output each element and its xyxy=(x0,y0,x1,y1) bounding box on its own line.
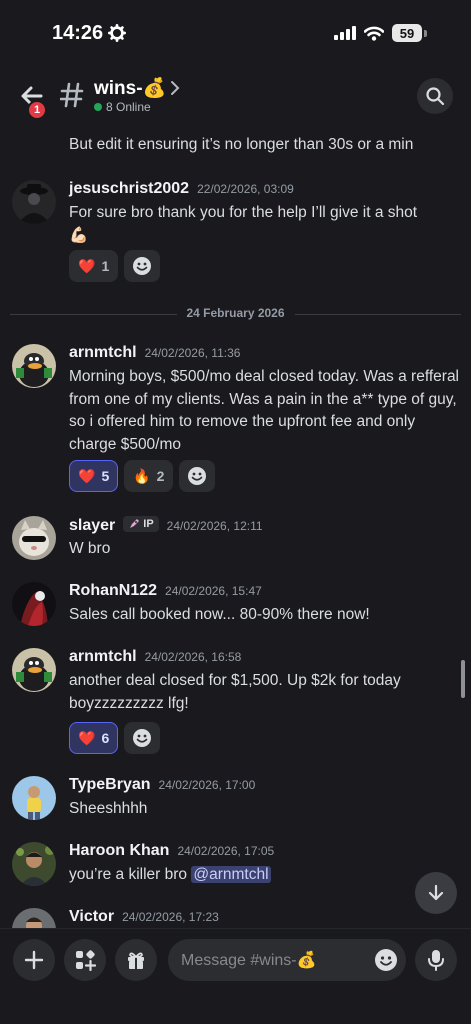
message-text: Morning boys, $500/mo deal closed today.… xyxy=(69,368,460,453)
reaction-heart[interactable]: ❤️ 5 xyxy=(69,460,119,492)
message-header: Victor 24/02/2026, 17:23 xyxy=(69,908,219,926)
avatar[interactable] xyxy=(12,344,56,388)
apps-button[interactable] xyxy=(64,939,106,981)
voice-message-button[interactable] xyxy=(415,939,457,981)
message-timestamp: 24/02/2026, 16:58 xyxy=(144,650,242,664)
signal-icon xyxy=(334,26,356,40)
add-reaction-button[interactable] xyxy=(179,460,216,492)
message-timestamp: 24/02/2026, 17:00 xyxy=(158,778,256,792)
arrow-down-icon xyxy=(428,884,444,901)
chevron-right-icon[interactable] xyxy=(168,80,182,96)
jump-to-latest-button[interactable] xyxy=(415,872,457,914)
reaction-heart[interactable]: ❤️ 6 xyxy=(69,722,119,754)
message-text: W bro xyxy=(69,540,111,557)
avatar[interactable] xyxy=(12,776,56,820)
add-reaction-icon xyxy=(133,257,152,275)
search-button[interactable] xyxy=(417,78,453,114)
author-name[interactable]: TypeBryan xyxy=(69,776,151,794)
avatar-image xyxy=(12,582,56,626)
battery-indicator: 59 xyxy=(392,24,422,42)
message-text: another deal closed for $1,500. Up $2k f… xyxy=(69,672,401,712)
message-header: slayer IP 24/02/2026, 12:11 xyxy=(69,516,263,535)
message-text: For sure bro thank you for the help I’ll… xyxy=(69,204,418,244)
author-name[interactable]: slayer xyxy=(69,517,115,535)
avatar-image xyxy=(12,516,56,560)
avatar-image xyxy=(12,180,56,224)
message-timestamp: 24/02/2026, 17:05 xyxy=(177,844,275,858)
rocket-icon xyxy=(130,519,140,528)
gift-icon xyxy=(128,952,144,969)
message-input[interactable]: Message #wins-💰 xyxy=(168,939,406,981)
message-timestamp: 24/02/2026, 12:11 xyxy=(166,519,263,533)
message-text: you’re a killer bro @arnmtchl xyxy=(69,866,271,883)
avatar[interactable] xyxy=(12,516,56,560)
message-header: RohanN122 24/02/2026, 15:47 xyxy=(69,582,262,600)
status-bar: 14:26 59 xyxy=(0,0,471,68)
apps-icon xyxy=(76,950,96,971)
unread-badge: 1 xyxy=(27,100,47,120)
author-name[interactable]: jesuschrist2002 xyxy=(69,180,189,198)
add-reaction-icon xyxy=(133,729,152,747)
add-reaction-button[interactable] xyxy=(124,250,161,282)
reaction-fire[interactable]: 🔥 2 xyxy=(124,460,174,492)
online-status: 8 Online xyxy=(94,100,151,114)
reaction-bar: ❤️ 6 xyxy=(69,722,161,754)
avatar-image xyxy=(12,908,56,928)
divider-label: 24 February 2026 xyxy=(176,306,295,320)
message-text: But edit it ensuring it’s no longer than… xyxy=(69,136,414,153)
author-name[interactable]: RohanN122 xyxy=(69,582,157,600)
search-icon xyxy=(426,87,445,106)
message-header: arnmtchl 24/02/2026, 11:36 xyxy=(69,344,240,362)
message-header: arnmtchl 24/02/2026, 16:58 xyxy=(69,648,241,666)
microphone-icon xyxy=(428,950,444,971)
add-reaction-button[interactable] xyxy=(124,722,161,754)
avatar-image xyxy=(12,344,56,388)
wifi-icon xyxy=(364,26,384,41)
scrollbar-thumb[interactable] xyxy=(461,660,465,698)
date-divider: 24 February 2026 xyxy=(10,306,461,322)
online-count: 8 Online xyxy=(106,100,151,114)
message-header: TypeBryan 24/02/2026, 17:00 xyxy=(69,776,255,794)
message-input-placeholder: Message #wins-💰 xyxy=(181,952,317,969)
message-text: Sales call booked now... 80-90% there no… xyxy=(69,606,370,623)
battery-tip xyxy=(424,29,427,37)
attach-button[interactable] xyxy=(13,939,55,981)
avatar[interactable] xyxy=(12,842,56,886)
status-time: 14:26 xyxy=(52,22,104,44)
message-timestamp: 24/02/2026, 15:47 xyxy=(165,584,262,598)
channel-name[interactable]: wins-💰 xyxy=(94,76,166,100)
plus-icon xyxy=(24,950,44,970)
gift-button[interactable] xyxy=(115,939,157,981)
message-timestamp: 22/02/2026, 03:09 xyxy=(197,182,294,196)
gear-icon xyxy=(108,24,126,42)
user-mention[interactable]: @arnmtchl xyxy=(191,866,271,883)
message-header: Haroon Khan 24/02/2026, 17:05 xyxy=(69,842,274,860)
avatar-image xyxy=(12,842,56,886)
message-composer: Message #wins-💰 xyxy=(0,928,471,1024)
message-timestamp: 24/02/2026, 17:23 xyxy=(122,910,219,924)
avatar[interactable] xyxy=(12,908,56,928)
author-name[interactable]: arnmtchl xyxy=(69,344,137,362)
reaction-bar: ❤️ 1 xyxy=(69,250,161,282)
message-header: jesuschrist2002 22/02/2026, 03:09 xyxy=(69,180,294,198)
author-name[interactable]: Victor xyxy=(69,908,114,926)
author-name[interactable]: arnmtchl xyxy=(69,648,137,666)
reaction-bar: ❤️ 5 🔥 2 xyxy=(69,460,216,492)
hash-icon xyxy=(60,82,84,108)
reaction-heart[interactable]: ❤️ 1 xyxy=(69,250,119,282)
avatar[interactable] xyxy=(12,648,56,692)
channel-header: 1 wins-💰 8 Online xyxy=(0,70,471,126)
add-reaction-icon xyxy=(188,467,207,485)
avatar[interactable] xyxy=(12,582,56,626)
message-list[interactable]: But edit it ensuring it’s no longer than… xyxy=(0,126,471,928)
avatar-image xyxy=(12,776,56,820)
emoji-icon[interactable] xyxy=(374,948,398,972)
avatar[interactable] xyxy=(12,180,56,224)
message-text: Sheeshhhh xyxy=(69,800,148,817)
online-dot xyxy=(94,103,102,111)
message-timestamp: 24/02/2026, 11:36 xyxy=(144,346,241,360)
role-tag[interactable]: IP xyxy=(123,516,159,532)
avatar-image xyxy=(12,648,56,692)
author-name[interactable]: Haroon Khan xyxy=(69,842,169,860)
